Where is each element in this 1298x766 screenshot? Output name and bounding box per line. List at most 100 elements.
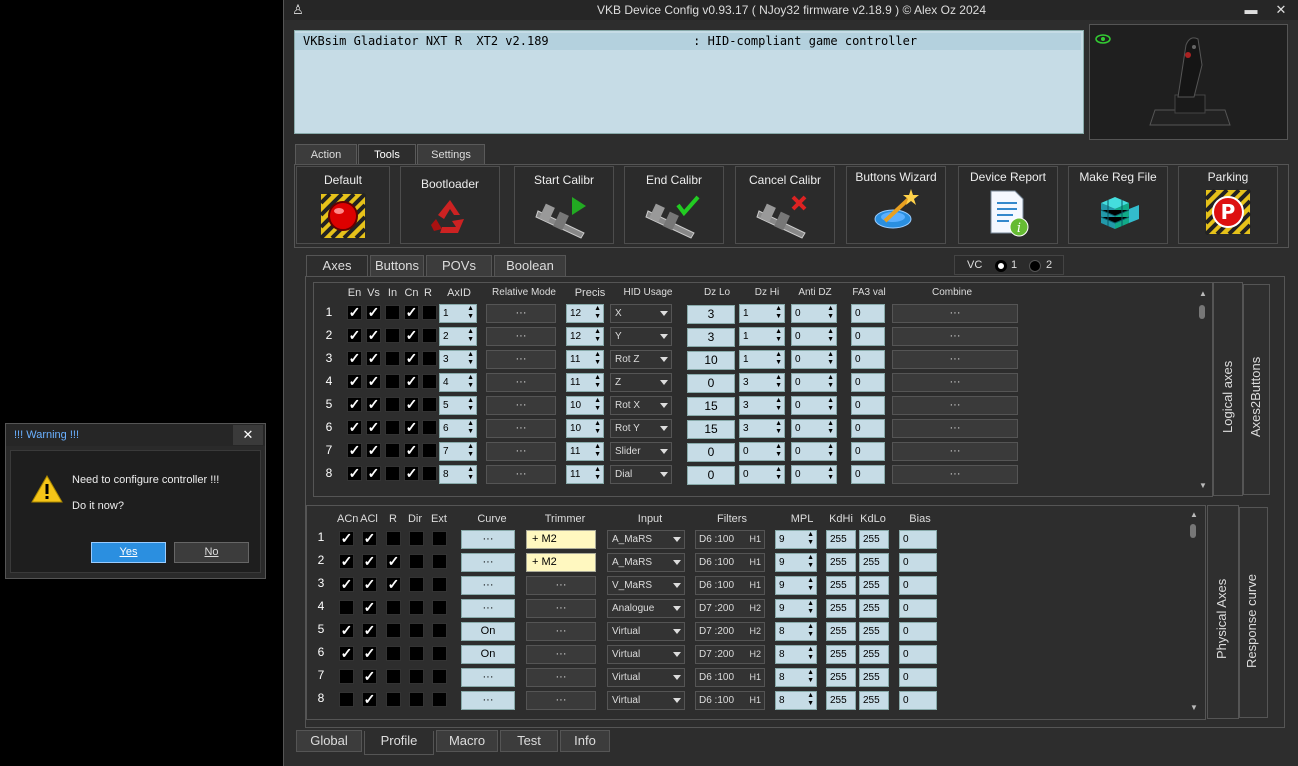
checkbox-vs[interactable]: ✓ — [366, 466, 381, 481]
fa3-value[interactable]: 0 — [851, 419, 885, 438]
chevron-down-icon[interactable] — [673, 606, 681, 611]
checkbox-en[interactable]: ✓ — [347, 351, 362, 366]
cancel-calibr-button[interactable]: Cancel Calibr — [735, 166, 835, 244]
checkbox-vs[interactable]: ✓ — [366, 420, 381, 435]
checkbox-acn[interactable]: ✓ — [339, 577, 354, 592]
checkbox-acl[interactable]: ✓ — [362, 577, 377, 592]
dz-hi-spin[interactable]: 1 ▲ ▼ — [739, 350, 785, 369]
spin-arrows-icon[interactable]: ▲ ▼ — [827, 328, 834, 344]
filters-value[interactable]: D6 :100 H1 — [695, 668, 765, 687]
combine-button[interactable]: ··· — [892, 419, 1018, 438]
checkbox-en[interactable]: ✓ — [347, 305, 362, 320]
anti-dz-spin[interactable]: 0 ▲ ▼ — [791, 465, 837, 484]
spin-arrows-icon[interactable]: ▲ ▼ — [775, 374, 782, 390]
scrollbar-thumb[interactable] — [1199, 305, 1205, 319]
checkbox-cn[interactable]: ✓ — [404, 443, 419, 458]
checkbox-r[interactable]: ✓ — [386, 554, 401, 569]
hid-usage-select[interactable]: Rot X — [610, 396, 672, 415]
spin-arrows-icon[interactable]: ▲ ▼ — [807, 600, 814, 616]
checkbox-acn[interactable]: ✓ — [339, 531, 354, 546]
precis-spin[interactable]: 10 ▲ ▼ — [566, 419, 604, 438]
checkbox-acl[interactable]: ✓ — [362, 554, 377, 569]
spin-arrows-icon[interactable]: ▲ ▼ — [775, 420, 782, 436]
fa3-value[interactable]: 0 — [851, 396, 885, 415]
hid-usage-select[interactable]: Z — [610, 373, 672, 392]
start-calibr-button[interactable]: Start Calibr — [514, 166, 614, 244]
device-report-button[interactable]: Device Report i — [958, 166, 1058, 244]
device-row[interactable]: VKBsim Gladiator NXT R XT2 v2.189 : HID-… — [295, 33, 1081, 50]
spin-arrows-icon[interactable]: ▲ ▼ — [467, 466, 474, 482]
anti-dz-spin[interactable]: 0 ▲ ▼ — [791, 442, 837, 461]
bias-value[interactable]: 0 — [899, 645, 937, 664]
spin-arrows-icon[interactable]: ▲ ▼ — [807, 623, 814, 639]
precis-spin[interactable]: 11 ▲ ▼ — [566, 373, 604, 392]
kdlo-value[interactable]: 255 — [859, 553, 889, 572]
mpl-spin[interactable]: 8 ▲ ▼ — [775, 645, 817, 664]
anti-dz-spin[interactable]: 0 ▲ ▼ — [791, 304, 837, 323]
mpl-spin[interactable]: 9 ▲ ▼ — [775, 530, 817, 549]
bias-value[interactable]: 0 — [899, 691, 937, 710]
checkbox-r[interactable] — [386, 692, 401, 707]
default-button[interactable]: Default — [296, 166, 390, 244]
filters-value[interactable]: D7 :200 H2 — [695, 599, 765, 618]
mpl-spin[interactable]: 8 ▲ ▼ — [775, 668, 817, 687]
dz-hi-spin[interactable]: 1 ▲ ▼ — [739, 327, 785, 346]
mpl-spin[interactable]: 9 ▲ ▼ — [775, 553, 817, 572]
tab-povs[interactable]: POVs — [426, 255, 492, 277]
chevron-down-icon[interactable] — [660, 311, 668, 316]
trimmer-button[interactable]: ··· — [526, 668, 596, 687]
checkbox-ext[interactable] — [432, 554, 447, 569]
fa3-value[interactable]: 0 — [851, 442, 885, 461]
checkbox-ext[interactable] — [432, 646, 447, 661]
hid-usage-select[interactable]: Dial — [610, 465, 672, 484]
fa3-value[interactable]: 0 — [851, 465, 885, 484]
tab-axes2buttons[interactable]: Axes2Buttons — [1243, 284, 1270, 495]
chevron-down-icon[interactable] — [673, 583, 681, 588]
chevron-down-icon[interactable] — [660, 403, 668, 408]
dz-lo-value[interactable]: 3 — [687, 328, 735, 347]
checkbox-dir[interactable] — [409, 692, 424, 707]
checkbox-acl[interactable]: ✓ — [362, 692, 377, 707]
precis-spin[interactable]: 11 ▲ ▼ — [566, 350, 604, 369]
spin-arrows-icon[interactable]: ▲ ▼ — [594, 305, 601, 321]
combine-button[interactable]: ··· — [892, 327, 1018, 346]
dz-lo-value[interactable]: 10 — [687, 351, 735, 370]
spin-arrows-icon[interactable]: ▲ ▼ — [467, 397, 474, 413]
no-button[interactable]: No — [174, 542, 249, 563]
curve-button[interactable]: ··· — [461, 691, 515, 710]
checkbox-acl[interactable]: ✓ — [362, 600, 377, 615]
chevron-down-icon[interactable] — [673, 652, 681, 657]
checkbox-vs[interactable]: ✓ — [366, 328, 381, 343]
mpl-spin[interactable]: 8 ▲ ▼ — [775, 691, 817, 710]
combine-button[interactable]: ··· — [892, 396, 1018, 415]
spin-arrows-icon[interactable]: ▲ ▼ — [827, 305, 834, 321]
spin-arrows-icon[interactable]: ▲ ▼ — [807, 692, 814, 708]
checkbox-acl[interactable]: ✓ — [362, 669, 377, 684]
checkbox-en[interactable]: ✓ — [347, 374, 362, 389]
checkbox-en[interactable]: ✓ — [347, 328, 362, 343]
curve-button[interactable]: ··· — [461, 599, 515, 618]
checkbox-in[interactable] — [385, 420, 400, 435]
dialog-close-button[interactable]: ✕ — [233, 425, 263, 445]
checkbox-r[interactable] — [422, 374, 437, 389]
combine-button[interactable]: ··· — [892, 304, 1018, 323]
spin-arrows-icon[interactable]: ▲ ▼ — [594, 420, 601, 436]
checkbox-vs[interactable]: ✓ — [366, 443, 381, 458]
trimmer-button[interactable]: ··· — [526, 645, 596, 664]
checkbox-r[interactable] — [422, 397, 437, 412]
bias-value[interactable]: 0 — [899, 599, 937, 618]
curve-button[interactable]: ··· — [461, 668, 515, 687]
kdlo-value[interactable]: 255 — [859, 668, 889, 687]
filters-value[interactable]: D6 :100 H1 — [695, 691, 765, 710]
scroll-down-icon[interactable]: ▼ — [1189, 703, 1199, 712]
tab-global[interactable]: Global — [296, 730, 362, 752]
axid-spin[interactable]: 4 ▲ ▼ — [439, 373, 477, 392]
chevron-down-icon[interactable] — [673, 698, 681, 703]
spin-arrows-icon[interactable]: ▲ ▼ — [594, 466, 601, 482]
combine-button[interactable]: ··· — [892, 442, 1018, 461]
axid-spin[interactable]: 6 ▲ ▼ — [439, 419, 477, 438]
checkbox-vs[interactable]: ✓ — [366, 305, 381, 320]
relative-mode-button[interactable]: ··· — [486, 373, 556, 392]
input-select[interactable]: A_MaRS — [607, 530, 685, 549]
checkbox-cn[interactable]: ✓ — [404, 374, 419, 389]
